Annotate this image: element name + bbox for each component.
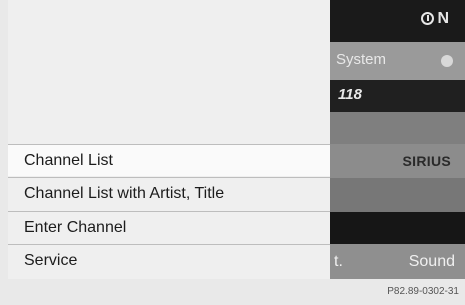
system-row[interactable]: System [330,42,465,80]
bottom-bar: t. Sound [330,244,465,279]
info-row-3 [330,212,465,244]
on-indicator[interactable]: N [421,10,449,28]
info-row-2 [330,178,465,212]
system-label: System [336,51,387,68]
system-indicator-dot [441,55,453,67]
bottom-left-fragment[interactable]: t. [334,253,343,271]
channel-number: 118 [338,86,362,103]
power-row[interactable]: N [330,0,465,42]
menu-item-channel-list-artist-title[interactable]: Channel List with Artist, Title [8,177,330,209]
sirius-logo: SIRIUS [402,153,451,169]
menu-item-enter-channel[interactable]: Enter Channel [8,211,330,243]
sound-button[interactable]: Sound [409,253,455,271]
radio-screen: N System 118 SIRIUS t. Sound Channel Lis… [8,0,465,279]
menu-item-service[interactable]: Service [8,244,330,279]
on-label: N [437,10,449,27]
sirius-row: SIRIUS [330,144,465,178]
menu-item-channel-list[interactable]: Channel List [8,144,330,176]
channel-menu: Channel List Channel List with Artist, T… [8,0,330,279]
figure-caption: P82.89-0302-31 [387,286,459,297]
power-icon [421,12,435,25]
channel-number-row: 118 [330,80,465,112]
info-row [330,112,465,144]
